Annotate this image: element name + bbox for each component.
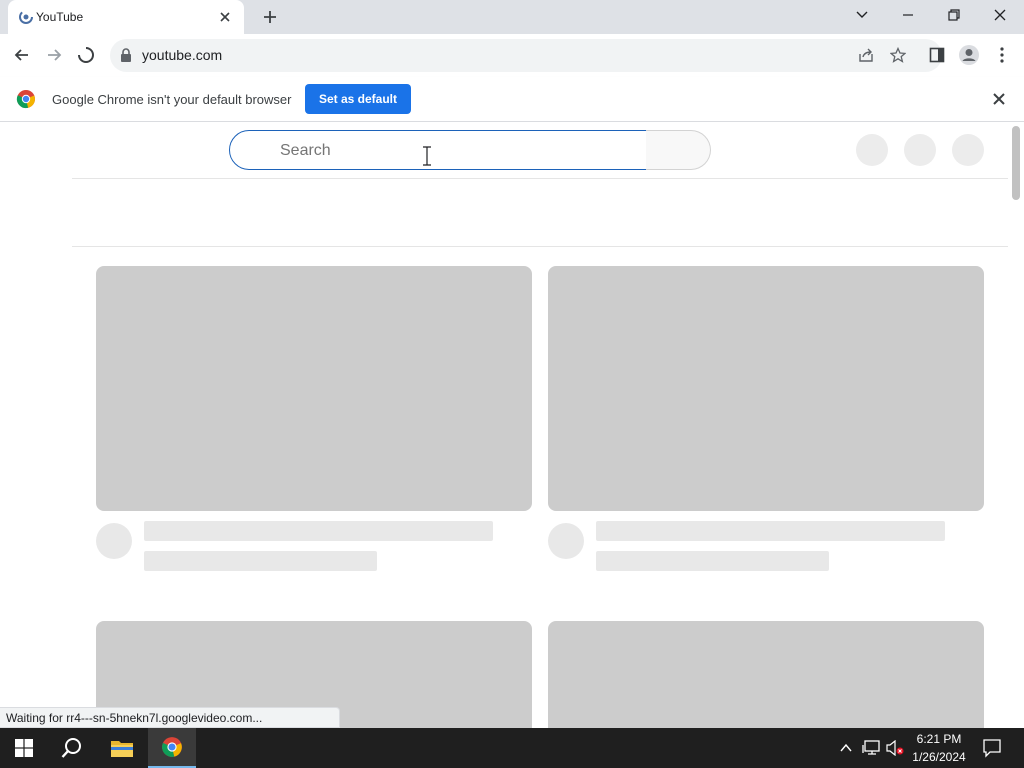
- video-thumbnail-placeholder[interactable]: [96, 266, 532, 511]
- video-title-placeholder: [596, 521, 945, 541]
- header-button-placeholder[interactable]: [856, 134, 888, 166]
- video-meta-placeholder: [144, 551, 377, 571]
- chrome-logo-icon: [16, 89, 36, 109]
- close-icon[interactable]: [990, 90, 1008, 108]
- clock-date[interactable]: 1/26/2024: [906, 750, 972, 764]
- clock-time[interactable]: 6:21 PM: [906, 732, 972, 746]
- plus-icon[interactable]: [260, 7, 280, 27]
- scrollbar-thumb[interactable]: [1012, 126, 1020, 200]
- url-text[interactable]: youtube.com: [142, 47, 222, 63]
- network-icon[interactable]: [862, 740, 880, 756]
- header-button-placeholder[interactable]: [904, 134, 936, 166]
- minimize-icon[interactable]: [885, 0, 931, 30]
- search-icon[interactable]: [48, 728, 96, 768]
- search-button[interactable]: [646, 130, 711, 170]
- lock-icon[interactable]: [120, 48, 132, 62]
- chrome-taskbar-icon[interactable]: [148, 728, 196, 768]
- search-input[interactable]: [278, 139, 622, 163]
- restore-icon[interactable]: [931, 0, 977, 30]
- divider: [72, 246, 1008, 247]
- set-as-default-button[interactable]: Set as default: [305, 84, 411, 114]
- arrow-left-icon[interactable]: [8, 41, 36, 69]
- file-explorer-icon[interactable]: [98, 728, 146, 768]
- chevron-up-icon[interactable]: [839, 741, 853, 755]
- status-bubble: Waiting for rr4---sn-5hnekn7l.googlevide…: [0, 707, 340, 728]
- search-box[interactable]: [229, 130, 647, 170]
- video-thumbnail-placeholder[interactable]: [548, 621, 984, 728]
- profile-icon[interactable]: [955, 41, 983, 69]
- side-panel-icon[interactable]: [923, 41, 951, 69]
- share-icon[interactable]: [852, 41, 880, 69]
- kebab-menu-icon[interactable]: [988, 41, 1016, 69]
- star-icon[interactable]: [884, 41, 912, 69]
- tab-title: YouTube: [36, 10, 84, 24]
- avatar-placeholder[interactable]: [952, 134, 984, 166]
- channel-avatar-placeholder: [96, 523, 132, 559]
- loading-spinner-icon[interactable]: [72, 41, 100, 69]
- youtube-loading-icon: [18, 9, 34, 25]
- text-cursor-icon: [421, 146, 433, 166]
- video-title-placeholder: [144, 521, 493, 541]
- volume-muted-icon[interactable]: [886, 739, 904, 757]
- window-close-icon[interactable]: [977, 0, 1023, 30]
- arrow-right-icon[interactable]: [40, 41, 68, 69]
- infobar-message: Google Chrome isn't your default browser: [52, 92, 292, 107]
- windows-start-icon[interactable]: [0, 728, 48, 768]
- video-meta-placeholder: [596, 551, 829, 571]
- divider: [72, 178, 1008, 179]
- chevron-down-icon[interactable]: [839, 0, 885, 30]
- close-icon[interactable]: [216, 8, 234, 26]
- omnibox[interactable]: [110, 39, 942, 72]
- video-thumbnail-placeholder[interactable]: [548, 266, 984, 511]
- notification-icon[interactable]: [982, 738, 1002, 758]
- channel-avatar-placeholder: [548, 523, 584, 559]
